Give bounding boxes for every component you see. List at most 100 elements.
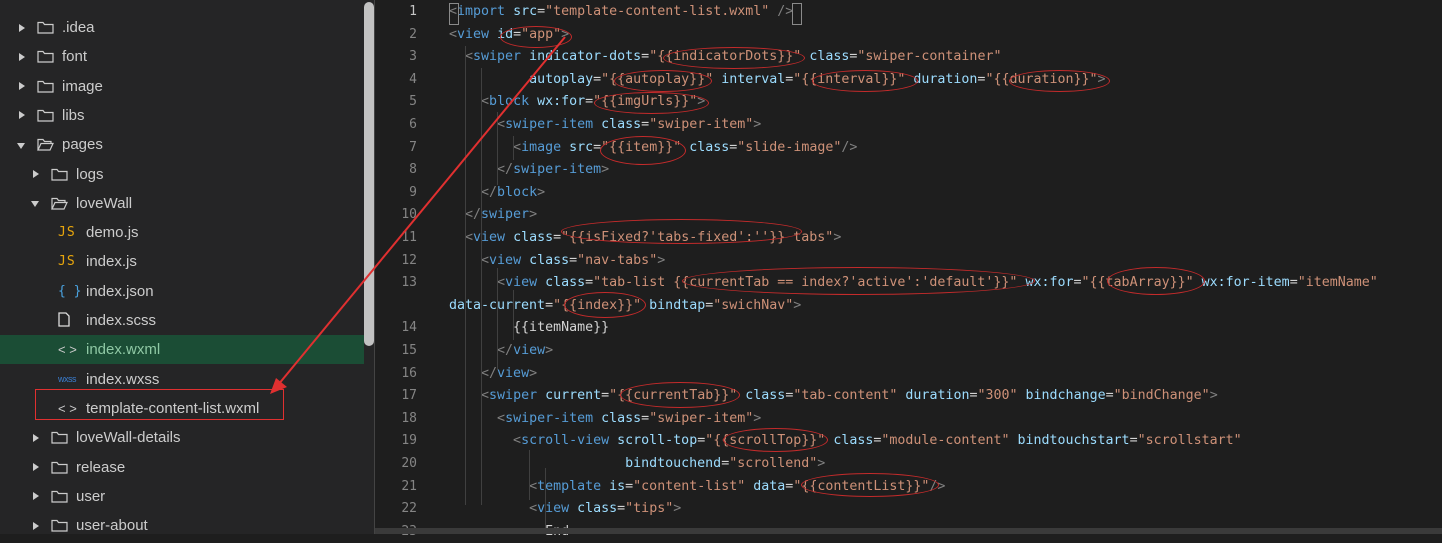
tree-file[interactable]: { } index.json xyxy=(0,277,364,306)
code-line[interactable]: </swiper-item> xyxy=(449,159,609,181)
annotation-ellipse xyxy=(723,428,828,452)
indent-guide xyxy=(497,112,498,185)
code-line[interactable]: </block> xyxy=(449,182,545,204)
line-number: 10 xyxy=(401,207,417,223)
tree-item-label: user-about xyxy=(76,517,148,534)
tree-item-label: loveWall xyxy=(76,194,133,212)
indent-guide xyxy=(529,450,530,500)
annotation-ellipse xyxy=(1107,267,1205,295)
chevron-right-icon[interactable] xyxy=(31,169,41,179)
chevron-right-icon[interactable] xyxy=(31,462,41,472)
folder-icon xyxy=(51,519,68,532)
tree-folder[interactable]: release xyxy=(0,453,364,482)
tree-folder[interactable]: libs xyxy=(0,101,364,130)
folder-icon xyxy=(51,168,68,181)
line-number: 6 xyxy=(409,117,417,132)
tree-folder[interactable]: font xyxy=(0,42,364,71)
tree-folder[interactable]: .idea xyxy=(0,13,364,42)
line-number: 9 xyxy=(409,184,417,200)
code-line[interactable]: <import src="template-content-list.wxml"… xyxy=(449,1,793,23)
annotation-ellipse xyxy=(812,70,918,92)
code-line[interactable]: </swiper> xyxy=(449,204,537,226)
annotation-ellipse xyxy=(561,219,802,244)
line-number: 22 xyxy=(401,501,417,517)
tree-item-label: demo.js xyxy=(86,224,139,242)
annotation-ellipse xyxy=(564,292,646,318)
code-line[interactable]: <swiper current="{{currentTab}}" class="… xyxy=(449,385,1218,407)
code-line[interactable]: <scroll-view scroll-top="{{scrollTop}}" … xyxy=(449,430,1242,452)
chevron-right-icon[interactable] xyxy=(17,23,27,33)
annotation-ellipse xyxy=(620,382,740,408)
code-line[interactable]: autoplay="{{autoplay}}" interval="{{inte… xyxy=(449,69,1105,91)
tree-file[interactable]: < > index.wxml xyxy=(0,335,364,365)
annotation-ellipse xyxy=(600,136,686,165)
folder-icon xyxy=(51,431,68,444)
tree-folder[interactable]: user xyxy=(0,482,364,511)
line-number: 4 xyxy=(409,71,417,87)
line-number: 8 xyxy=(409,162,417,178)
folder-icon xyxy=(37,109,54,122)
tree-folder[interactable]: user-about xyxy=(0,511,364,534)
annotation-ellipse xyxy=(500,26,572,48)
code-line[interactable]: <swiper-item class="swiper-item"> xyxy=(449,114,761,136)
chevron-right-icon[interactable] xyxy=(17,110,27,120)
annotation-ellipse xyxy=(663,47,805,69)
line-number: 3 xyxy=(409,49,417,65)
json-file-icon: { } xyxy=(58,283,82,299)
chevron-right-icon[interactable] xyxy=(31,491,41,501)
js-file-icon: JS xyxy=(58,254,76,270)
tree-item-label: index.json xyxy=(86,282,154,300)
folder-icon xyxy=(37,80,54,93)
tree-folder[interactable]: image xyxy=(0,72,364,101)
chevron-down-icon[interactable] xyxy=(31,198,41,208)
tree-folder[interactable]: logs xyxy=(0,160,364,189)
tree-item-label: index.wxss xyxy=(86,370,160,388)
tree-file[interactable]: index.scss xyxy=(0,306,364,335)
chevron-right-icon[interactable] xyxy=(17,52,27,62)
annotation-highlight-box xyxy=(35,389,284,420)
code-line[interactable]: </view> xyxy=(449,363,537,385)
folder-icon xyxy=(37,21,54,34)
code-line[interactable]: {{itemName}} xyxy=(449,317,609,339)
code-line[interactable]: <view class="tips"> xyxy=(449,498,681,520)
tree-item-label: user xyxy=(76,487,106,505)
tree-item-label: libs xyxy=(62,106,85,124)
js-file-icon: JS xyxy=(58,225,76,241)
editor-horizontal-scrollbar[interactable] xyxy=(375,528,1442,534)
line-number: 7 xyxy=(409,139,417,155)
chevron-right-icon[interactable] xyxy=(31,433,41,443)
tree-item-label: index.wxml xyxy=(86,341,161,359)
tree-folder[interactable]: loveWall-details xyxy=(0,423,364,452)
folder-icon xyxy=(51,490,68,503)
line-number: 19 xyxy=(401,433,417,449)
tree-item-label: index.js xyxy=(86,253,137,271)
code-line[interactable]: <swiper-item class="swiper-item"> xyxy=(449,408,761,430)
file-icon xyxy=(58,311,82,330)
line-number: 5 xyxy=(409,94,417,110)
chevron-down-icon[interactable] xyxy=(17,140,27,150)
indent-guide xyxy=(545,468,546,534)
chevron-right-icon[interactable] xyxy=(17,81,27,91)
tree-item-label: image xyxy=(62,77,103,95)
tree-file[interactable]: JS demo.js xyxy=(0,218,364,247)
sidebar-scrollbar-thumb[interactable] xyxy=(364,2,374,346)
file-explorer: .idea font image libs pages logs loveWall JS dem… xyxy=(0,0,375,534)
tree-item-label: logs xyxy=(76,165,104,183)
line-number: 20 xyxy=(401,456,417,471)
line-number: 2 xyxy=(409,26,417,42)
indent-guide xyxy=(481,68,482,505)
wxml-file-icon: < > xyxy=(58,342,77,358)
line-number: 16 xyxy=(401,365,417,381)
tree-folder[interactable]: loveWall xyxy=(0,189,364,218)
tree-item-label: pages xyxy=(62,136,103,154)
chevron-right-icon[interactable] xyxy=(31,521,41,531)
indent-guide xyxy=(465,46,466,505)
line-number: 11 xyxy=(401,230,417,245)
line-number: 18 xyxy=(401,410,417,426)
code-line[interactable]: bindtouchend="scrollend"> xyxy=(449,453,825,475)
line-number: 15 xyxy=(401,343,417,358)
tree-folder[interactable]: pages xyxy=(0,130,364,159)
tree-file[interactable]: JS index.js xyxy=(0,247,364,276)
annotation-ellipse xyxy=(614,70,712,92)
tree-item-label: index.scss xyxy=(86,312,157,329)
